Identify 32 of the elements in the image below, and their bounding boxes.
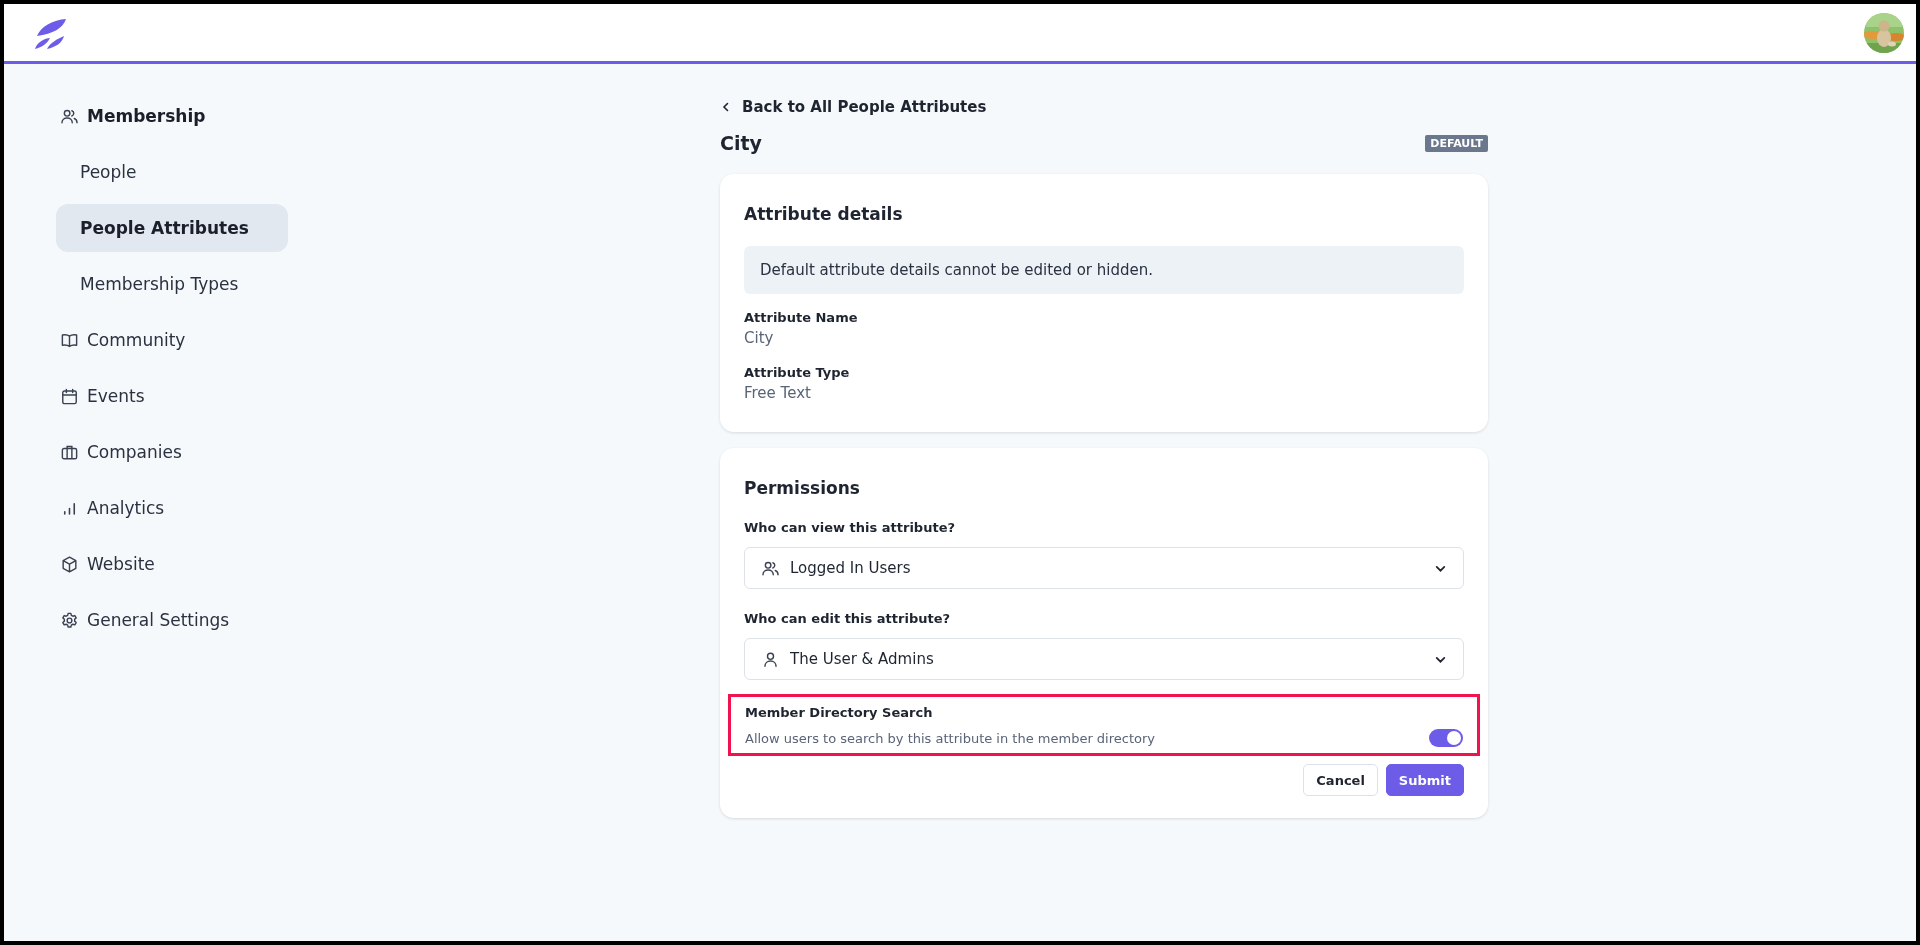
sidebar-item[interactable]: Events: [56, 372, 145, 420]
field-label: Who can view this attribute?: [744, 520, 956, 535]
field-value: Free Text: [744, 384, 812, 402]
sidebar-item[interactable]: Analytics: [56, 484, 165, 532]
info-notice: Default attribute details cannot be edited or hidden.: [744, 246, 1464, 294]
toggle-description: Allow users to search by this attribute in the member directory: [745, 730, 1156, 746]
field-label: Attribute Name: [744, 310, 859, 325]
sidebar-subitem[interactable]: People: [56, 148, 288, 196]
dropdown-select[interactable]: Logged In Users: [744, 547, 1464, 589]
sidebar-item[interactable]: Website: [56, 540, 155, 588]
sidebar-item[interactable]: Membership: [56, 92, 206, 140]
sidebar-subitem[interactable]: People Attributes: [56, 204, 288, 252]
sidebar-item[interactable]: Community: [56, 316, 186, 364]
calendar-icon: [60, 386, 79, 406]
card-heading: Attribute details: [744, 204, 904, 224]
sidebar-subitem[interactable]: Membership Types: [56, 260, 288, 308]
settings-icon: [60, 610, 79, 630]
page-title: City: [720, 132, 762, 154]
sidebar-item[interactable]: General Settings: [56, 596, 230, 644]
card-heading: Permissions: [744, 478, 861, 498]
field-value: City: [744, 329, 775, 347]
cancel-button[interactable]: Cancel: [1303, 764, 1378, 796]
cube-icon: [60, 554, 79, 574]
submit-button[interactable]: Submit: [1385, 764, 1464, 796]
field-label: Attribute Type: [744, 365, 851, 380]
field-label: Who can edit this attribute?: [744, 611, 952, 626]
toggle-label: Member Directory Search: [745, 705, 934, 720]
back-link[interactable]: Back to All People Attributes: [720, 98, 987, 116]
dropdown-select[interactable]: The User & Admins: [744, 638, 1464, 680]
toggle-switch[interactable]: [1429, 729, 1463, 747]
sidebar-item[interactable]: Companies: [56, 428, 182, 476]
default-badge: DEFAULT: [1425, 134, 1488, 152]
